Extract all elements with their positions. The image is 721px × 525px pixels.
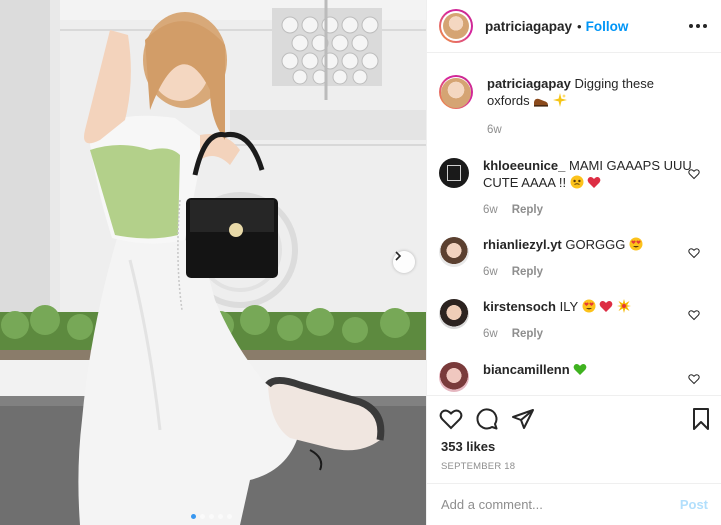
- commenter-username[interactable]: rhianliezyl.yt: [483, 237, 562, 252]
- share-paper-plane-icon[interactable]: [511, 407, 535, 431]
- carousel-dot: [209, 514, 214, 519]
- heart-eyes-emoji-icon: [629, 237, 643, 255]
- save-bookmark-icon[interactable]: [689, 407, 713, 431]
- green-heart-emoji-icon: [573, 363, 587, 380]
- chevron-right-icon: [395, 251, 402, 261]
- next-slide-button[interactable]: [393, 251, 415, 273]
- author-avatar-ring[interactable]: [439, 9, 473, 43]
- like-heart-icon[interactable]: [439, 407, 463, 431]
- comment-age: 6w: [483, 204, 498, 216]
- post-header: patriciagapay • Follow: [427, 0, 721, 53]
- comment-composer: Post: [427, 483, 721, 525]
- comment-text: ILY: [559, 299, 578, 314]
- sparkles-emoji-icon: [552, 93, 567, 111]
- carousel-dot: [200, 514, 205, 519]
- heart-emoji-icon: [587, 176, 601, 193]
- carousel-dot: [227, 514, 232, 519]
- post-comment-button[interactable]: Post: [680, 497, 708, 512]
- likes-count[interactable]: 353 likes: [441, 439, 495, 454]
- caption-age: 6w: [487, 124, 502, 136]
- commenter-avatar[interactable]: [439, 237, 469, 267]
- comment-item: rhianliezyl.yt GORGGG 6w Reply: [439, 236, 721, 281]
- comment-item: biancamillenn: [439, 361, 721, 392]
- reply-button[interactable]: Reply: [512, 326, 543, 343]
- comment-text: GORGGG: [565, 237, 626, 252]
- heart-emoji-icon: [599, 300, 613, 317]
- post-actions: 353 likes September 18: [427, 395, 721, 483]
- caption-avatar: [441, 77, 471, 108]
- carousel-dot: [218, 514, 223, 519]
- tearful-face-emoji-icon: [570, 175, 584, 193]
- commenter-avatar[interactable]: [439, 299, 469, 329]
- like-comment-heart-icon[interactable]: [688, 168, 700, 180]
- carousel-dot: [191, 514, 196, 519]
- comment-item: kirstensoch ILY 6w Reply: [439, 298, 721, 343]
- author-avatar: [443, 13, 469, 39]
- post-date[interactable]: September 18: [441, 461, 515, 472]
- like-comment-heart-icon[interactable]: [688, 373, 700, 385]
- separator-bullet: •: [577, 18, 582, 34]
- comment-input[interactable]: [441, 497, 680, 512]
- follow-button[interactable]: Follow: [586, 19, 629, 34]
- commenter-username[interactable]: biancamillenn: [483, 362, 570, 377]
- shoe-emoji-icon: [533, 94, 549, 111]
- heart-eyes-emoji-icon: [582, 299, 596, 317]
- commenter-username[interactable]: khloeeunice_: [483, 158, 565, 173]
- caption-item: patriciagapay Digging these oxfords 6w: [439, 75, 721, 139]
- comment-item: khloeeunice_ MAMI GAAAPS UUU CUTE AAAA !…: [439, 157, 721, 219]
- post-photo[interactable]: [0, 0, 426, 525]
- author-username[interactable]: patriciagapay: [485, 19, 572, 34]
- reply-button[interactable]: Reply: [512, 264, 543, 281]
- like-comment-heart-icon[interactable]: [688, 309, 700, 321]
- reply-button[interactable]: Reply: [512, 202, 543, 219]
- commenter-avatar[interactable]: [439, 158, 469, 188]
- comment-bubble-icon[interactable]: [475, 407, 499, 431]
- caption-avatar-ring[interactable]: [439, 75, 473, 109]
- post-side-panel: patriciagapay • Follow patriciagapay Dig…: [426, 0, 721, 525]
- comments-list: patriciagapay Digging these oxfords 6w k…: [427, 53, 721, 395]
- commenter-username[interactable]: kirstensoch: [483, 299, 556, 314]
- sparkle-emoji-icon: [616, 299, 631, 317]
- more-options-icon[interactable]: [689, 24, 707, 28]
- caption-username[interactable]: patriciagapay: [487, 76, 571, 91]
- comment-age: 6w: [483, 328, 498, 340]
- post-photo-image: [0, 0, 426, 525]
- comment-age: 6w: [483, 266, 498, 278]
- carousel-indicator: [191, 514, 232, 519]
- commenter-avatar[interactable]: [439, 362, 469, 392]
- like-comment-heart-icon[interactable]: [688, 247, 700, 259]
